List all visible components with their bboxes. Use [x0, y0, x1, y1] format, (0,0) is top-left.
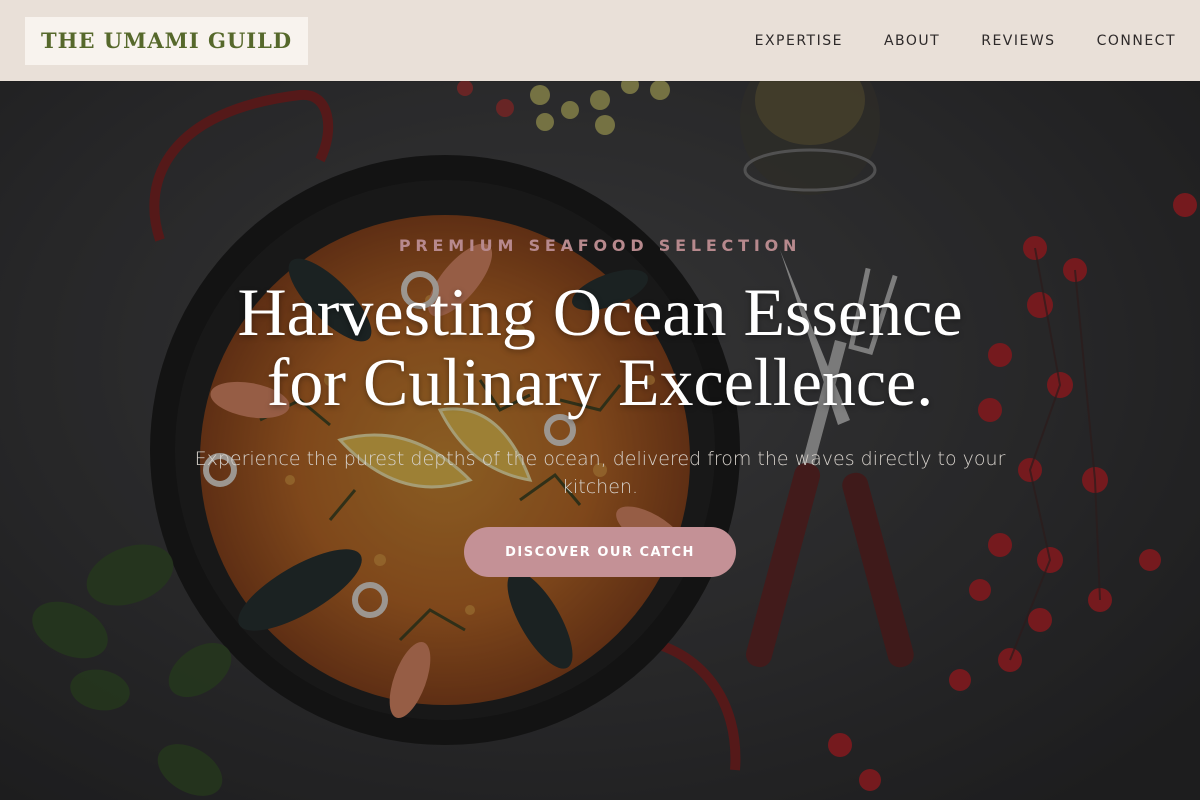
hero-content: PREMIUM SEAFOOD SELECTION Harvesting Oce… — [0, 81, 1200, 800]
hero-subtitle: Experience the purest depths of the ocea… — [194, 448, 1006, 498]
discover-catch-button[interactable]: DISCOVER OUR CATCH — [464, 527, 736, 577]
site-header: THE UMAMI GUILD EXPERTISE ABOUT REVIEWS … — [0, 0, 1200, 81]
hero-title-line-1: Harvesting Ocean Essence — [237, 274, 963, 350]
main-nav: EXPERTISE ABOUT REVIEWS CONNECT — [755, 33, 1176, 49]
hero-section: PREMIUM SEAFOOD SELECTION Harvesting Oce… — [0, 81, 1200, 800]
nav-link-connect[interactable]: CONNECT — [1097, 33, 1176, 49]
site-logo[interactable]: THE UMAMI GUILD — [25, 16, 309, 65]
hero-title: Harvesting Ocean Essence for Culinary Ex… — [150, 277, 1050, 417]
hero-title-line-2: for Culinary Excellence. — [266, 344, 934, 420]
nav-link-about[interactable]: ABOUT — [884, 33, 940, 49]
nav-link-reviews[interactable]: REVIEWS — [981, 33, 1055, 49]
nav-link-expertise[interactable]: EXPERTISE — [755, 33, 843, 49]
hero-eyebrow: PREMIUM SEAFOOD SELECTION — [398, 236, 802, 255]
